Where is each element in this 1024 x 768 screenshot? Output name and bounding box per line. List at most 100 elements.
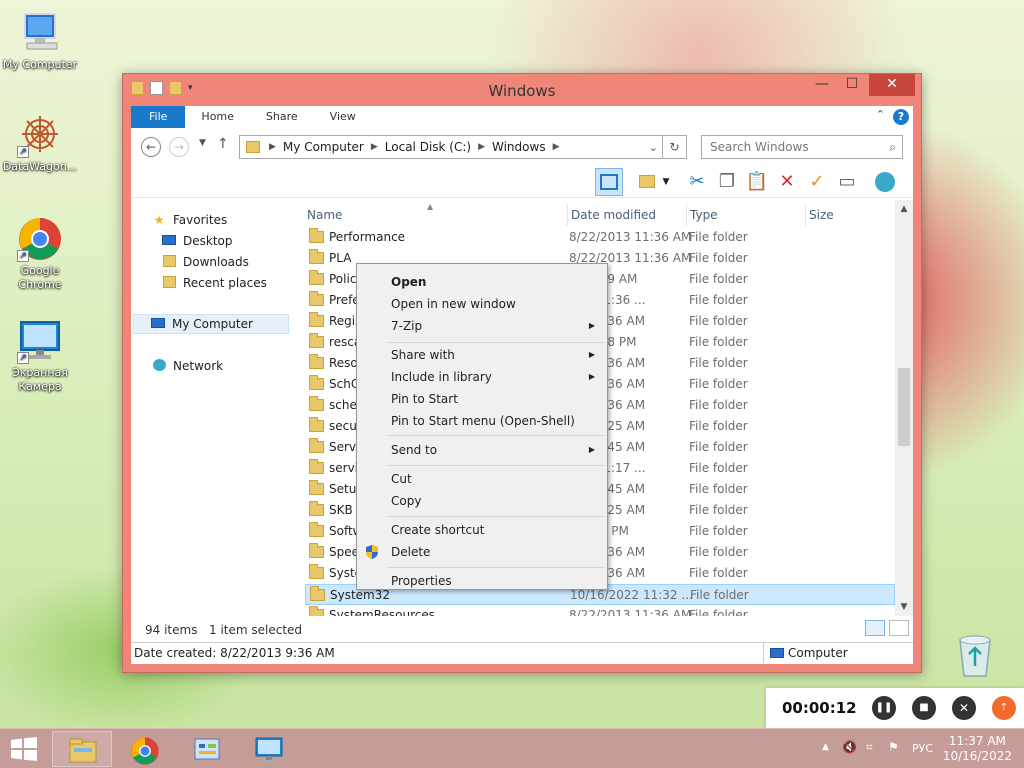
file-type: File folder — [689, 503, 748, 517]
table-row[interactable]: SystemResources 8/22/2013 11:36 AM File fo… — [305, 605, 895, 616]
breadcrumb-my-computer[interactable]: My Computer — [279, 140, 368, 154]
context-menu-item[interactable]: Pin to Start — [391, 392, 458, 406]
start-button[interactable] — [10, 737, 38, 761]
folder-icon — [309, 459, 324, 474]
back-button[interactable]: ← — [141, 137, 161, 157]
forward-button[interactable]: → — [169, 137, 189, 157]
context-menu-item[interactable]: Create shortcut — [391, 523, 484, 537]
cancel-recording-button[interactable]: ✕ — [952, 696, 976, 720]
file-name: System32 — [330, 588, 391, 602]
file-type: File folder — [689, 356, 748, 370]
computer-icon — [770, 648, 784, 658]
nav-favorites[interactable]: ★ Favorites — [151, 210, 228, 230]
breadcrumb-windows[interactable]: Windows — [488, 140, 550, 154]
scrollbar-thumb[interactable] — [898, 368, 910, 446]
cut-icon[interactable]: ✂ — [683, 168, 711, 196]
close-button[interactable]: ✕ — [869, 74, 915, 96]
clock[interactable]: 11:37 AM 10/16/2022 — [943, 734, 1012, 764]
pause-button[interactable]: ❚❚ — [872, 696, 896, 720]
properties-icon[interactable]: ▭ — [833, 168, 861, 196]
folder-icon — [309, 249, 324, 264]
scroll-up-icon[interactable]: ▲ — [895, 204, 913, 214]
selection-count: 1 item selected — [209, 623, 303, 637]
desktop-icon-my-computer[interactable]: My Computer — [0, 10, 80, 72]
recent-places-icon — [161, 276, 177, 290]
column-header-name[interactable]: ▲ Name — [307, 202, 561, 226]
tab-view[interactable]: View — [314, 106, 372, 128]
title-bar[interactable]: ▾ Windows — ☐ ✕ — [123, 74, 921, 106]
table-row[interactable]: Performance 8/22/2013 11:36 AM File folder — [305, 227, 895, 248]
details-bar: Date created: 8/22/2013 9:36 AM Computer — [131, 642, 913, 664]
folder-icon — [309, 291, 324, 306]
desktop-icon-chrome[interactable]: ↗ Google Chrome — [0, 216, 80, 292]
file-type: File folder — [689, 545, 748, 559]
minimize-button[interactable]: — — [807, 74, 837, 96]
clock-time: 11:37 AM — [948, 734, 1006, 748]
network-status-icon[interactable]: ⌗ — [866, 740, 873, 755]
chrome-icon — [130, 736, 160, 765]
context-menu-item[interactable]: Open — [391, 275, 426, 289]
column-header-size[interactable]: Size — [805, 204, 885, 226]
context-menu-item[interactable]: Include in library — [391, 370, 492, 384]
desktop-icon-datawagon[interactable]: ↗ DataWagon... — [0, 112, 80, 174]
recent-locations-icon[interactable]: ▼ — [199, 138, 206, 148]
nav-desktop[interactable]: Desktop — [161, 231, 233, 251]
preview-pane-icon[interactable] — [595, 168, 623, 196]
address-dropdown-icon[interactable]: ⌄ — [649, 141, 658, 154]
context-menu-item[interactable]: Properties — [391, 574, 452, 588]
show-hidden-icons[interactable]: ▲ — [822, 742, 829, 752]
desktop-icon-label: Google Chrome — [18, 264, 62, 291]
folder-icon — [309, 480, 324, 495]
tab-share[interactable]: Share — [250, 106, 314, 128]
large-icons-view-icon[interactable] — [889, 620, 909, 636]
nav-my-computer[interactable]: My Computer — [133, 314, 289, 334]
context-menu-item[interactable]: Share with — [391, 348, 455, 362]
network-globe-icon[interactable] — [871, 168, 899, 196]
column-header-type[interactable]: Type — [686, 204, 806, 226]
context-menu-item[interactable]: Send to — [391, 443, 437, 457]
taskbar-chrome[interactable] — [114, 731, 174, 767]
folder-icon — [309, 438, 324, 453]
vertical-scrollbar[interactable]: ▲ ▼ — [895, 200, 913, 616]
taskbar-control-panel[interactable] — [176, 731, 236, 767]
paste-icon[interactable]: 📋 — [743, 168, 771, 196]
nav-network[interactable]: Network — [151, 356, 223, 376]
taskbar-explorer[interactable] — [52, 731, 112, 767]
help-icon[interactable]: ? — [893, 109, 909, 125]
delete-icon[interactable]: ✕ — [773, 168, 801, 196]
copy-icon[interactable]: ❐ — [713, 168, 741, 196]
maximize-button[interactable]: ☐ — [837, 74, 867, 96]
move-to-icon[interactable] — [633, 168, 661, 196]
breadcrumb-local-disk[interactable]: Local Disk (C:) — [381, 140, 475, 154]
pin-button[interactable]: ⇡ — [992, 696, 1016, 720]
input-language[interactable]: РУС — [912, 742, 933, 755]
nav-downloads[interactable]: Downloads — [161, 252, 249, 272]
move-to-dropdown-icon[interactable]: ▼ — [659, 168, 673, 196]
context-menu-item[interactable]: Open in new window — [391, 297, 516, 311]
search-input[interactable]: Search Windows ⌕ — [701, 135, 903, 159]
context-menu-item[interactable]: Pin to Start menu (Open-Shell) — [391, 414, 575, 428]
context-menu-item[interactable]: 7-Zip — [391, 319, 422, 333]
nav-recent-places[interactable]: Recent places — [161, 273, 267, 293]
column-header-date[interactable]: Date modified — [567, 204, 687, 226]
context-menu-item[interactable]: Copy — [391, 494, 421, 508]
refresh-button[interactable]: ↻ — [663, 135, 687, 159]
up-button[interactable]: ↑ — [217, 136, 229, 152]
stop-button[interactable]: ■ — [912, 696, 936, 720]
rename-icon[interactable]: ✓ — [803, 168, 831, 196]
taskbar-screen-camera[interactable] — [238, 731, 298, 767]
context-menu-item[interactable]: Delete — [391, 545, 430, 559]
tab-file[interactable]: File — [131, 106, 186, 128]
scroll-down-icon[interactable]: ▼ — [895, 602, 913, 612]
details-view-icon[interactable] — [865, 620, 885, 636]
downloads-folder-icon — [161, 255, 177, 269]
tab-home[interactable]: Home — [185, 106, 249, 128]
collapse-ribbon-icon[interactable]: ⌃ — [876, 108, 885, 121]
address-bar[interactable]: ▶ My Computer ▶ Local Disk (C:) ▶ Window… — [239, 135, 663, 159]
volume-muted-icon[interactable]: 🔇 — [842, 740, 857, 754]
desktop-icon-screen-camera[interactable]: ↗ Экранная Камера — [0, 318, 80, 394]
file-type: File folder — [689, 608, 748, 616]
recycle-bin-icon[interactable] — [954, 632, 996, 678]
action-center-icon[interactable]: ⚑ — [888, 740, 899, 754]
context-menu-item[interactable]: Cut — [391, 472, 412, 486]
